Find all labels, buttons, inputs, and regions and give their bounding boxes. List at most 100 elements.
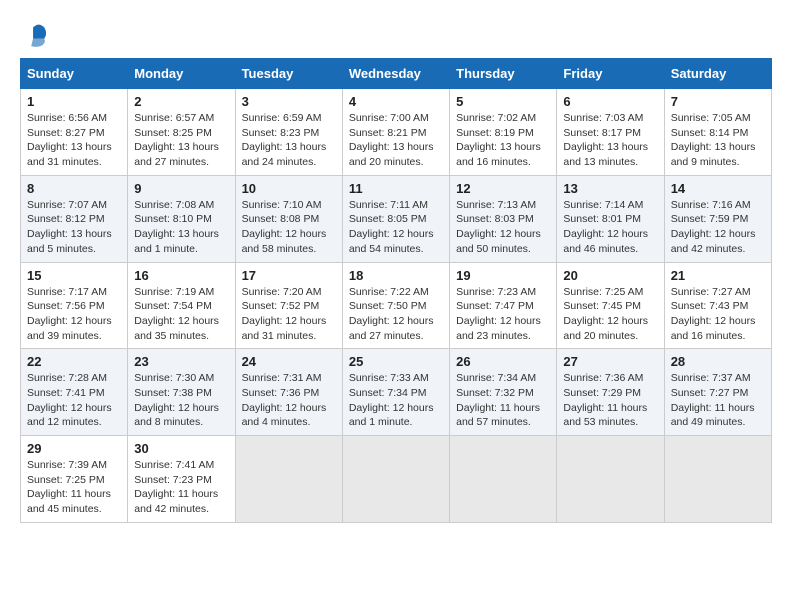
day-info: Sunrise: 7:10 AMSunset: 8:08 PMDaylight:… (242, 198, 336, 257)
calendar-cell: 1 Sunrise: 6:56 AMSunset: 8:27 PMDaylight… (21, 89, 128, 176)
day-number: 16 (134, 268, 228, 283)
day-info: Sunrise: 7:37 AMSunset: 7:27 PMDaylight:… (671, 371, 765, 430)
day-info: Sunrise: 6:57 AMSunset: 8:25 PMDaylight:… (134, 111, 228, 170)
calendar-header: SundayMondayTuesdayWednesdayThursdayFrid… (21, 59, 772, 89)
header-day-monday: Monday (128, 59, 235, 89)
day-number: 17 (242, 268, 336, 283)
calendar-cell: 15 Sunrise: 7:17 AMSunset: 7:56 PMDayligh… (21, 262, 128, 349)
calendar-cell: 20Sunrise: 7:25 AMSunset: 7:45 PMDayligh… (557, 262, 664, 349)
day-info: Sunrise: 6:59 AMSunset: 8:23 PMDaylight:… (242, 111, 336, 170)
day-number: 15 (27, 268, 121, 283)
page-header (20, 20, 772, 48)
calendar-table: SundayMondayTuesdayWednesdayThursdayFrid… (20, 58, 772, 523)
day-info: Sunrise: 7:36 AMSunset: 7:29 PMDaylight:… (563, 371, 657, 430)
day-number: 22 (27, 354, 121, 369)
day-info: Sunrise: 7:23 AMSunset: 7:47 PMDaylight:… (456, 285, 550, 344)
day-number: 2 (134, 94, 228, 109)
day-info: Sunrise: 7:17 AMSunset: 7:56 PMDaylight:… (27, 285, 121, 344)
calendar-cell: 10Sunrise: 7:10 AMSunset: 8:08 PMDayligh… (235, 175, 342, 262)
day-number: 19 (456, 268, 550, 283)
day-info: Sunrise: 7:25 AMSunset: 7:45 PMDaylight:… (563, 285, 657, 344)
header-day-tuesday: Tuesday (235, 59, 342, 89)
day-number: 30 (134, 441, 228, 456)
day-info: Sunrise: 7:13 AMSunset: 8:03 PMDaylight:… (456, 198, 550, 257)
calendar-cell: 8 Sunrise: 7:07 AMSunset: 8:12 PMDaylight… (21, 175, 128, 262)
calendar-cell (342, 436, 449, 523)
day-info: Sunrise: 7:28 AMSunset: 7:41 PMDaylight:… (27, 371, 121, 430)
day-info: Sunrise: 7:11 AMSunset: 8:05 PMDaylight:… (349, 198, 443, 257)
day-info: Sunrise: 7:19 AMSunset: 7:54 PMDaylight:… (134, 285, 228, 344)
day-info: Sunrise: 6:56 AMSunset: 8:27 PMDaylight:… (27, 111, 121, 170)
calendar-cell: 3 Sunrise: 6:59 AMSunset: 8:23 PMDaylight… (235, 89, 342, 176)
header-day-saturday: Saturday (664, 59, 771, 89)
day-number: 27 (563, 354, 657, 369)
day-info: Sunrise: 7:31 AMSunset: 7:36 PMDaylight:… (242, 371, 336, 430)
calendar-cell: 30 Sunrise: 7:41 AMSunset: 7:23 PMDayligh… (128, 436, 235, 523)
calendar-cell: 13 Sunrise: 7:14 AMSunset: 8:01 PMDayligh… (557, 175, 664, 262)
day-number: 12 (456, 181, 550, 196)
day-info: Sunrise: 7:00 AMSunset: 8:21 PMDaylight:… (349, 111, 443, 170)
calendar-week-2: 8 Sunrise: 7:07 AMSunset: 8:12 PMDaylight… (21, 175, 772, 262)
calendar-cell: 12 Sunrise: 7:13 AMSunset: 8:03 PMDayligh… (450, 175, 557, 262)
calendar-cell: 5 Sunrise: 7:02 AMSunset: 8:19 PMDaylight… (450, 89, 557, 176)
calendar-cell: 9Sunrise: 7:08 AMSunset: 8:10 PMDaylight… (128, 175, 235, 262)
day-info: Sunrise: 7:16 AMSunset: 7:59 PMDaylight:… (671, 198, 765, 257)
day-number: 11 (349, 181, 443, 196)
calendar-cell: 22 Sunrise: 7:28 AMSunset: 7:41 PMDayligh… (21, 349, 128, 436)
calendar-cell: 16 Sunrise: 7:19 AMSunset: 7:54 PMDayligh… (128, 262, 235, 349)
day-number: 3 (242, 94, 336, 109)
day-info: Sunrise: 7:34 AMSunset: 7:32 PMDaylight:… (456, 371, 550, 430)
day-number: 26 (456, 354, 550, 369)
calendar-cell: 28 Sunrise: 7:37 AMSunset: 7:27 PMDayligh… (664, 349, 771, 436)
day-info: Sunrise: 7:07 AMSunset: 8:12 PMDaylight:… (27, 198, 121, 257)
day-number: 5 (456, 94, 550, 109)
calendar-cell (557, 436, 664, 523)
calendar-week-1: 1 Sunrise: 6:56 AMSunset: 8:27 PMDaylight… (21, 89, 772, 176)
day-number: 21 (671, 268, 765, 283)
calendar-week-5: 29 Sunrise: 7:39 AMSunset: 7:25 PMDayligh… (21, 436, 772, 523)
day-info: Sunrise: 7:05 AMSunset: 8:14 PMDaylight:… (671, 111, 765, 170)
day-number: 18 (349, 268, 443, 283)
calendar-cell: 14 Sunrise: 7:16 AMSunset: 7:59 PMDayligh… (664, 175, 771, 262)
day-number: 29 (27, 441, 121, 456)
calendar-cell: 27 Sunrise: 7:36 AMSunset: 7:29 PMDayligh… (557, 349, 664, 436)
calendar-week-4: 22 Sunrise: 7:28 AMSunset: 7:41 PMDayligh… (21, 349, 772, 436)
day-number: 8 (27, 181, 121, 196)
day-number: 13 (563, 181, 657, 196)
header-row: SundayMondayTuesdayWednesdayThursdayFrid… (21, 59, 772, 89)
day-info: Sunrise: 7:14 AMSunset: 8:01 PMDaylight:… (563, 198, 657, 257)
day-number: 7 (671, 94, 765, 109)
calendar-cell: 7 Sunrise: 7:05 AMSunset: 8:14 PMDaylight… (664, 89, 771, 176)
day-number: 28 (671, 354, 765, 369)
day-info: Sunrise: 7:27 AMSunset: 7:43 PMDaylight:… (671, 285, 765, 344)
day-info: Sunrise: 7:22 AMSunset: 7:50 PMDaylight:… (349, 285, 443, 344)
day-number: 25 (349, 354, 443, 369)
header-day-thursday: Thursday (450, 59, 557, 89)
day-number: 1 (27, 94, 121, 109)
calendar-cell: 29 Sunrise: 7:39 AMSunset: 7:25 PMDayligh… (21, 436, 128, 523)
day-info: Sunrise: 7:20 AMSunset: 7:52 PMDaylight:… (242, 285, 336, 344)
day-info: Sunrise: 7:41 AMSunset: 7:23 PMDaylight:… (134, 458, 228, 517)
day-number: 14 (671, 181, 765, 196)
header-day-friday: Friday (557, 59, 664, 89)
day-info: Sunrise: 7:39 AMSunset: 7:25 PMDaylight:… (27, 458, 121, 517)
calendar-cell: 25 Sunrise: 7:33 AMSunset: 7:34 PMDayligh… (342, 349, 449, 436)
logo (20, 20, 52, 48)
day-number: 24 (242, 354, 336, 369)
calendar-cell: 4Sunrise: 7:00 AMSunset: 8:21 PMDaylight… (342, 89, 449, 176)
day-number: 23 (134, 354, 228, 369)
calendar-cell (450, 436, 557, 523)
day-info: Sunrise: 7:02 AMSunset: 8:19 PMDaylight:… (456, 111, 550, 170)
header-day-sunday: Sunday (21, 59, 128, 89)
day-number: 6 (563, 94, 657, 109)
header-day-wednesday: Wednesday (342, 59, 449, 89)
calendar-cell: 6Sunrise: 7:03 AMSunset: 8:17 PMDaylight… (557, 89, 664, 176)
calendar-cell: 26 Sunrise: 7:34 AMSunset: 7:32 PMDayligh… (450, 349, 557, 436)
day-info: Sunrise: 7:33 AMSunset: 7:34 PMDaylight:… (349, 371, 443, 430)
calendar-cell: 11 Sunrise: 7:11 AMSunset: 8:05 PMDayligh… (342, 175, 449, 262)
calendar-cell: 19 Sunrise: 7:23 AMSunset: 7:47 PMDayligh… (450, 262, 557, 349)
calendar-cell: 2 Sunrise: 6:57 AMSunset: 8:25 PMDaylight… (128, 89, 235, 176)
calendar-cell: 24 Sunrise: 7:31 AMSunset: 7:36 PMDayligh… (235, 349, 342, 436)
calendar-cell: 17 Sunrise: 7:20 AMSunset: 7:52 PMDayligh… (235, 262, 342, 349)
calendar-cell (235, 436, 342, 523)
